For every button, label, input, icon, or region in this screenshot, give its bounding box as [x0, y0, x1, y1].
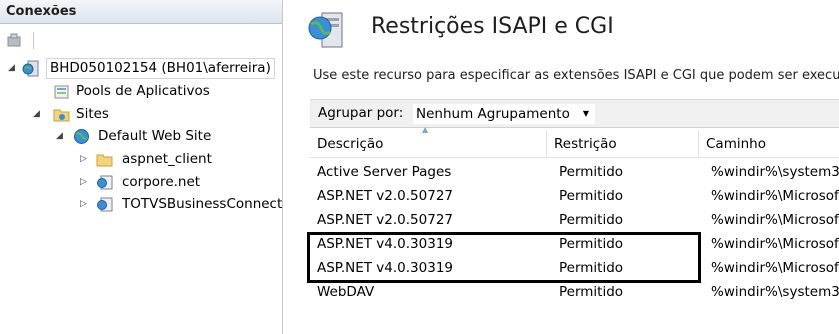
collapse-arrow-icon[interactable]: ◢: [8, 58, 18, 79]
web-application-icon: [97, 175, 113, 190]
connect-icon[interactable]: [6, 32, 22, 48]
group-by-bar: Agrupar por: Nenhum Agrupamento ▼: [310, 99, 839, 128]
tree-node-aspnet-client[interactable]: ▷ aspnet_client: [0, 149, 282, 170]
group-by-selected-value: Nenhum Agrupamento: [416, 106, 570, 122]
feature-pane: Restrições ISAPI e CGI Use este recurso …: [290, 0, 839, 334]
cell-path: %windir%\Microsoft: [711, 236, 839, 252]
tree-label-default-web-site: Default Web Site: [98, 128, 212, 144]
sites-folder-icon: [53, 109, 70, 122]
group-by-label: Agrupar por:: [318, 105, 404, 121]
cell-restriction: Permitido: [559, 164, 624, 180]
tree-label-server: BHD050102154 (BH01\aferreira): [46, 58, 275, 79]
globe-icon: [74, 129, 89, 144]
connections-toolbar: [0, 25, 282, 55]
cell-restriction: Permitido: [559, 236, 624, 252]
cell-restriction: Permitido: [559, 188, 624, 204]
tree-node-totvs-business-connect[interactable]: ▷ TOTVSBusinessConnect: [0, 194, 283, 215]
cell-path: %windir%\system32: [711, 284, 839, 300]
cell-restriction: Permitido: [559, 260, 624, 276]
app-pools-icon: [54, 85, 69, 99]
expand-arrow-icon[interactable]: ▷: [80, 194, 90, 215]
column-header-description[interactable]: ▲ Descrição: [310, 126, 547, 158]
cell-description: ASP.NET v4.0.30319: [317, 260, 453, 276]
column-header-path[interactable]: Caminho: [699, 130, 839, 158]
tree-label-aspnet-client: aspnet_client: [122, 151, 212, 167]
cell-path: %windir%\Microsoft: [711, 260, 839, 276]
column-header-label: Descrição: [317, 136, 384, 152]
cell-restriction: Permitido: [559, 284, 624, 300]
tree-node-server[interactable]: ◢ BHD050102154 (BH01\aferreira): [0, 58, 282, 79]
collapse-arrow-icon[interactable]: ◢: [56, 126, 66, 147]
tree-label-sites: Sites: [76, 106, 109, 122]
column-header-label: Restrição: [554, 136, 617, 152]
cell-path: %windir%\system32: [711, 164, 839, 180]
cell-description: WebDAV: [317, 284, 375, 300]
table-row[interactable]: ASP.NET v4.0.30319 Permitido %windir%\Mi…: [310, 256, 839, 280]
table-row[interactable]: ASP.NET v2.0.50727 Permitido %windir%\Mi…: [310, 208, 839, 232]
folder-icon: [96, 154, 113, 167]
table-row[interactable]: Active Server Pages Permitido %windir%\s…: [310, 160, 839, 184]
group-by-dropdown[interactable]: Nenhum Agrupamento ▼: [412, 103, 596, 125]
cell-description: ASP.NET v4.0.30319: [317, 236, 453, 252]
toolbar-separator: [33, 32, 34, 49]
cell-description: ASP.NET v2.0.50727: [317, 212, 453, 228]
table-row[interactable]: ASP.NET v2.0.50727 Permitido %windir%\Mi…: [310, 184, 839, 208]
connections-header: Conexões: [0, 0, 282, 24]
column-header-restriction[interactable]: Restrição: [547, 130, 699, 158]
cell-path: %windir%\Microsoft: [711, 188, 839, 204]
tree-node-sites[interactable]: ◢ Sites: [0, 104, 282, 125]
isapi-cgi-restrictions-icon: [308, 12, 343, 48]
tree-label-app-pools: Pools de Aplicativos: [76, 83, 210, 99]
table-row[interactable]: ASP.NET v4.0.30319 Permitido %windir%\Mi…: [310, 232, 839, 256]
expand-arrow-icon[interactable]: ▷: [80, 172, 90, 193]
cell-description: Active Server Pages: [317, 164, 452, 180]
page-description: Use este recurso para especificar as ext…: [313, 68, 839, 83]
web-application-icon: [97, 197, 113, 212]
server-icon: [22, 60, 39, 77]
sort-ascending-icon: ▲: [422, 125, 429, 134]
cell-restriction: Permitido: [559, 212, 624, 228]
tree-label-totvs-business-connect: TOTVSBusinessConnect: [122, 196, 283, 212]
page-title: Restrições ISAPI e CGI: [371, 14, 614, 39]
table-row[interactable]: WebDAV Permitido %windir%\system32: [310, 280, 839, 304]
column-header-label: Caminho: [706, 136, 766, 152]
expand-arrow-icon[interactable]: ▷: [80, 149, 90, 170]
collapse-arrow-icon[interactable]: ◢: [33, 104, 43, 125]
tree-label-corpore-net: corpore.net: [122, 174, 201, 190]
tree-node-default-web-site[interactable]: ◢ Default Web Site: [0, 126, 282, 147]
connections-pane: Conexões ◢ BHD050102154 (BH01\aferreira)…: [0, 0, 283, 334]
tree-node-app-pools[interactable]: Pools de Aplicativos: [0, 81, 282, 102]
cell-description: ASP.NET v2.0.50727: [317, 188, 453, 204]
tree-node-corpore-net[interactable]: ▷ corpore.net: [0, 172, 282, 193]
dropdown-caret-icon: ▼: [582, 109, 589, 118]
cell-path: %windir%\Microsoft: [711, 212, 839, 228]
